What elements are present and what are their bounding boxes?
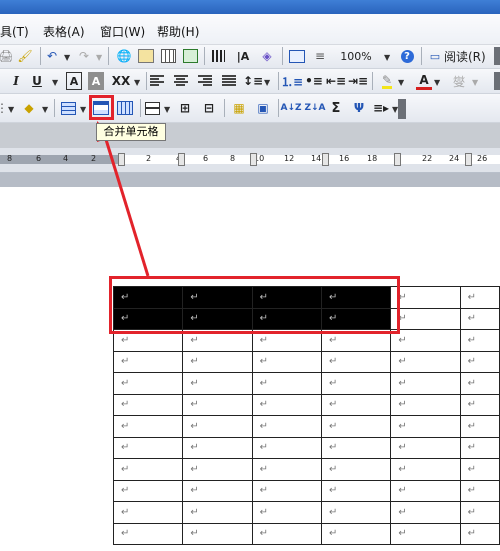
annotation-arrow xyxy=(97,121,150,277)
merge-cells-tooltip: 合并单元格 xyxy=(96,123,166,141)
